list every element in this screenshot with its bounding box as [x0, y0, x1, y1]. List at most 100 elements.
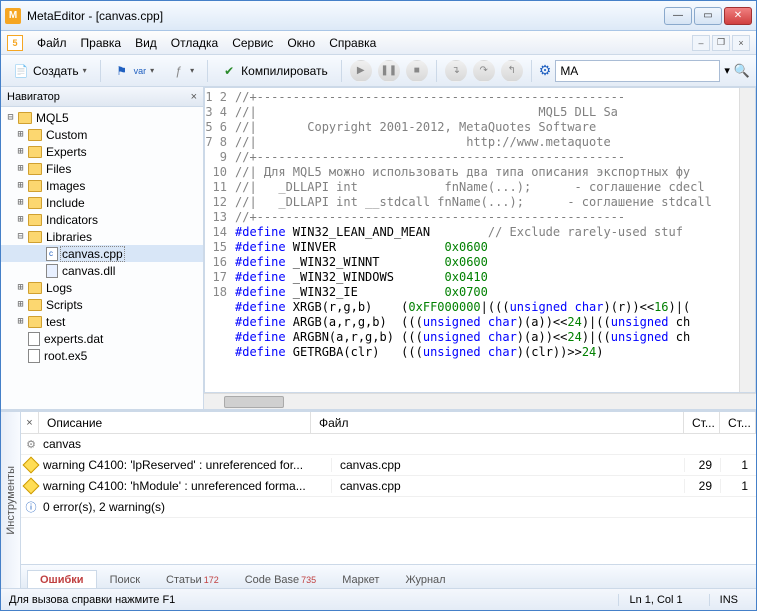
col-line[interactable]: Ст... [684, 412, 720, 433]
file-icon [28, 349, 40, 363]
menu-service[interactable]: Сервис [232, 36, 273, 50]
navigator-tree[interactable]: ⊟MQL5⊞Custom⊞Experts⊞Files⊞Images⊞Includ… [1, 107, 203, 409]
panel-close-button[interactable]: × [21, 412, 39, 433]
mdi-close-button[interactable]: × [732, 35, 750, 51]
info-icon: ⓘ [26, 499, 37, 515]
expand-icon[interactable]: ⊞ [15, 163, 26, 174]
tree-item[interactable]: ⊟MQL5 [1, 109, 203, 126]
menu-view[interactable]: Вид [135, 36, 157, 50]
menu-window[interactable]: Окно [287, 36, 315, 50]
create-button[interactable]: 📄Создать▾ [7, 59, 93, 83]
code-area[interactable]: //+-------------------------------------… [231, 88, 739, 392]
col-col[interactable]: Ст... [720, 412, 756, 433]
menu-debug[interactable]: Отладка [171, 36, 218, 50]
errors-list[interactable]: ⚙canvaswarning C4100: 'lpReserved' : unr… [21, 434, 756, 564]
search-icon[interactable]: 🔍 [734, 63, 750, 79]
mdi-restore-button[interactable]: ❐ [712, 35, 730, 51]
tab-search[interactable]: Поиск [97, 570, 153, 588]
tree-item[interactable]: ⊞Logs [1, 279, 203, 296]
tree-item[interactable]: canvas.cpp [1, 245, 203, 262]
close-button[interactable]: ✕ [724, 7, 752, 25]
menu-edit[interactable]: Правка [81, 36, 122, 50]
folder-icon [28, 197, 42, 209]
statusbar: Для вызова справки нажмите F1 Ln 1, Col … [1, 588, 756, 610]
check-icon: ✔ [221, 63, 237, 79]
toolbar: 📄Создать▾ ⚑var▾ ƒ▾ ✔Компилировать ▶ ❚❚ ■… [1, 55, 756, 87]
mdi-minimize-button[interactable]: – [692, 35, 710, 51]
compile-button[interactable]: ✔Компилировать [215, 59, 334, 83]
step-over-button[interactable]: ↷ [473, 60, 495, 82]
run-button[interactable]: ▶ [350, 60, 372, 82]
expand-icon[interactable]: ⊞ [15, 197, 26, 208]
menu-help[interactable]: Справка [329, 36, 376, 50]
tree-item[interactable]: canvas.dll [1, 262, 203, 279]
expand-icon[interactable]: ⊞ [15, 316, 26, 327]
expand-icon[interactable]: ⊞ [15, 214, 26, 225]
navigator-title: Навигатор × [1, 87, 203, 107]
tree-item[interactable]: ⊞Images [1, 177, 203, 194]
tree-item[interactable]: ⊞Files [1, 160, 203, 177]
gear-icon: ⚙ [26, 438, 36, 451]
error-row[interactable]: warning C4100: 'lpReserved' : unreferenc… [21, 455, 756, 476]
tree-item[interactable]: root.ex5 [1, 347, 203, 364]
main-area: Навигатор × ⊟MQL5⊞Custom⊞Experts⊞Files⊞I… [1, 87, 756, 409]
menubar: 5 Файл Правка Вид Отладка Сервис Окно Сп… [1, 31, 756, 55]
folder-icon [28, 146, 42, 158]
expand-icon[interactable]: ⊞ [15, 180, 26, 191]
output-panel: Инструменты × Описание Файл Ст... Ст... … [1, 409, 756, 588]
tab-market[interactable]: Маркет [329, 570, 392, 588]
error-row[interactable]: ⚙canvas [21, 434, 756, 455]
stop-button[interactable]: ■ [406, 60, 428, 82]
tab-codebase[interactable]: Code Base735 [232, 570, 329, 588]
pause-button[interactable]: ❚❚ [378, 60, 400, 82]
folder-icon [28, 214, 42, 226]
folder-icon [28, 163, 42, 175]
tree-item[interactable]: ⊟Libraries [1, 228, 203, 245]
tree-item[interactable]: ⊞Scripts [1, 296, 203, 313]
maximize-button[interactable]: ▭ [694, 7, 722, 25]
minimize-button[interactable]: — [664, 7, 692, 25]
horizontal-scrollbar[interactable] [204, 393, 756, 409]
expand-icon[interactable]: ⊞ [15, 146, 26, 157]
window-title: MetaEditor - [canvas.cpp] [27, 9, 664, 23]
tree-item[interactable]: experts.dat [1, 330, 203, 347]
error-row[interactable]: ⓘ0 error(s), 2 warning(s) [21, 497, 756, 518]
tab-articles[interactable]: Статьи172 [153, 570, 232, 588]
error-row[interactable]: warning C4100: 'hModule' : unreferenced … [21, 476, 756, 497]
expand-icon[interactable]: ⊟ [5, 112, 16, 123]
expand-icon[interactable]: ⊞ [15, 129, 26, 140]
col-file[interactable]: Файл [311, 412, 684, 433]
gear-icon[interactable]: ⚙ [539, 62, 552, 79]
status-help: Для вызова справки нажмите F1 [9, 594, 175, 606]
tree-item[interactable]: ⊞Include [1, 194, 203, 211]
tab-journal[interactable]: Журнал [392, 570, 458, 588]
code-editor[interactable]: 1 2 3 4 5 6 7 8 9 10 11 12 13 14 15 16 1… [204, 87, 756, 393]
col-description[interactable]: Описание [39, 412, 311, 433]
tab-errors[interactable]: Ошибки [27, 570, 97, 588]
tree-item[interactable]: ⊞Custom [1, 126, 203, 143]
folder-icon [28, 180, 42, 192]
step-out-button[interactable]: ↰ [501, 60, 523, 82]
search-input[interactable] [555, 60, 720, 82]
tree-item[interactable]: ⊞test [1, 313, 203, 330]
flag-icon: ⚑ [114, 63, 130, 79]
app-window: M MetaEditor - [canvas.cpp] — ▭ ✕ 5 Файл… [0, 0, 757, 611]
vertical-scrollbar[interactable] [739, 88, 755, 392]
warning-icon [23, 457, 40, 474]
menu-file[interactable]: Файл [37, 36, 67, 50]
tree-item[interactable]: ⊞Indicators [1, 211, 203, 228]
var-button[interactable]: ⚑var▾ [108, 59, 161, 83]
expand-icon[interactable]: ⊞ [15, 282, 26, 293]
expand-icon[interactable]: ⊞ [15, 299, 26, 310]
search-dropdown[interactable]: ▾ [724, 64, 730, 77]
titlebar[interactable]: M MetaEditor - [canvas.cpp] — ▭ ✕ [1, 1, 756, 31]
fn-button[interactable]: ƒ▾ [164, 59, 200, 83]
file-icon [46, 264, 58, 278]
folder-icon [18, 112, 32, 124]
tree-item[interactable]: ⊞Experts [1, 143, 203, 160]
navigator-panel: Навигатор × ⊟MQL5⊞Custom⊞Experts⊞Files⊞I… [1, 87, 204, 409]
step-into-button[interactable]: ↴ [445, 60, 467, 82]
errors-header: × Описание Файл Ст... Ст... [21, 412, 756, 434]
expand-icon[interactable]: ⊟ [15, 231, 26, 242]
navigator-close-button[interactable]: × [191, 91, 197, 103]
